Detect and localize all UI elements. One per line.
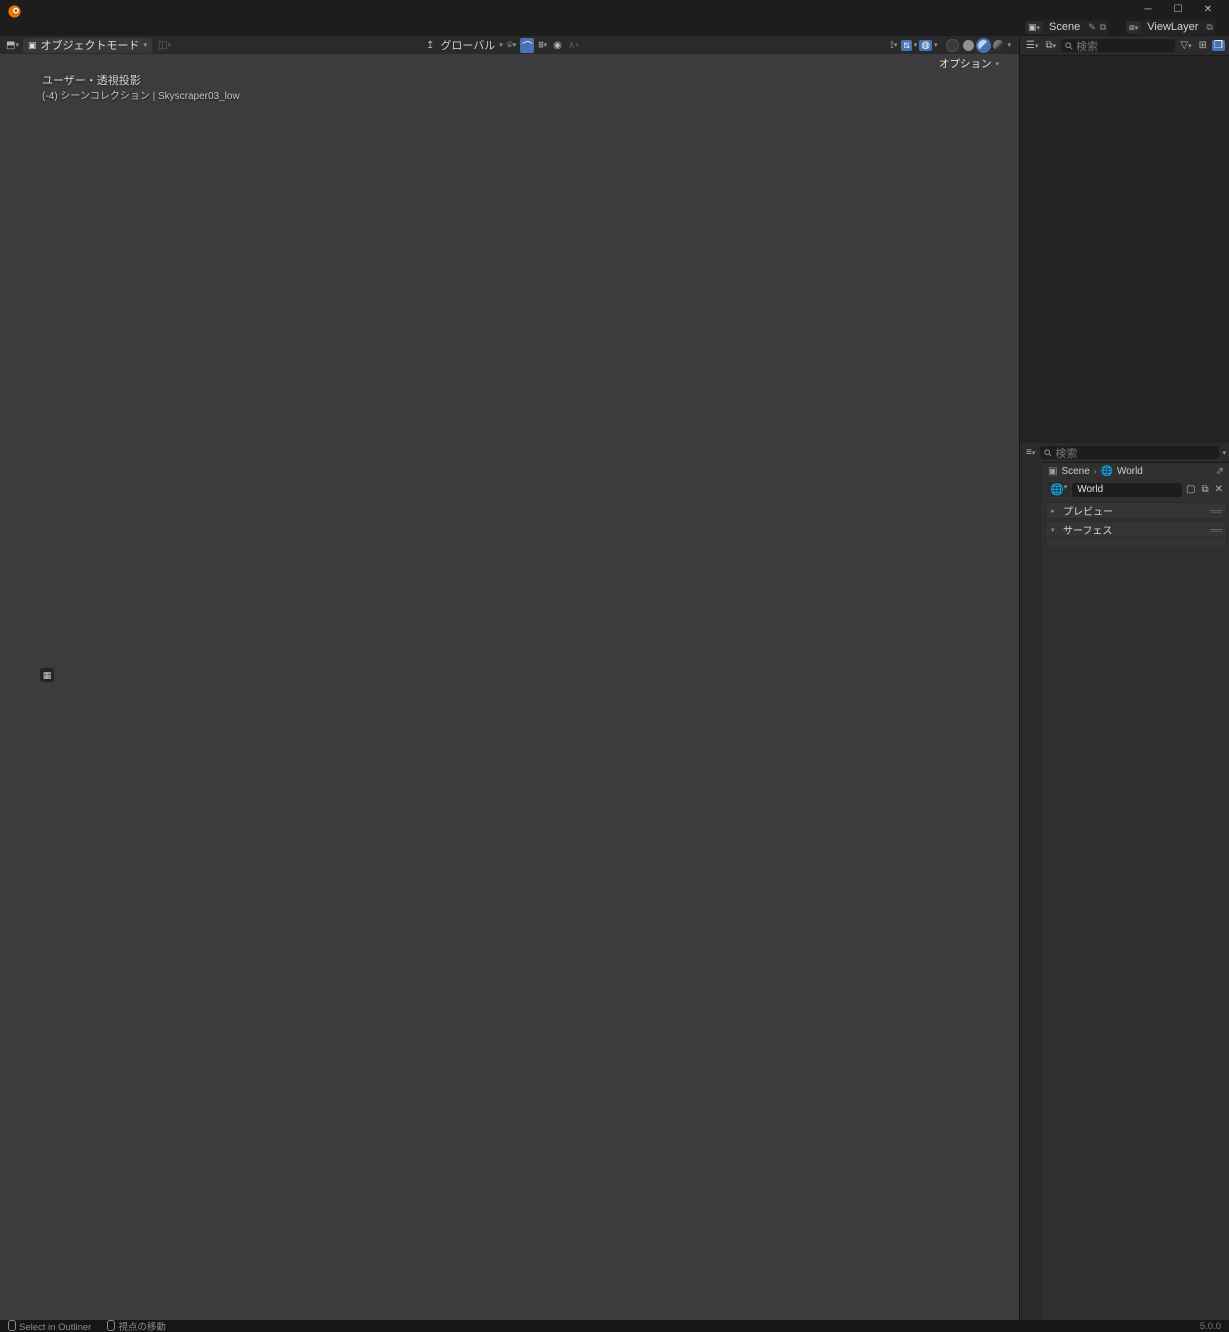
outliner-display-mode-icon[interactable]: ⧉▾ [1043, 40, 1058, 51]
right-column: ☰▾ ⧉▾ 検索 ▽▾ ⊞ ❒ ≡▾ 検索 ▾ [1019, 36, 1229, 1320]
properties-breadcrumb: ▣ Scene › 🌐 World ⇗ [1042, 462, 1229, 479]
mouse-middle-icon [107, 1320, 115, 1331]
shading-material-button[interactable] [978, 40, 989, 51]
new-collection-icon[interactable]: ⊞ [1197, 40, 1209, 51]
unlink-datablock-icon[interactable]: ✕ [1213, 484, 1225, 495]
transform-widget-icon[interactable]: ◫▾ [156, 40, 173, 51]
window-controls: ─ ☐ ✕ [1133, 0, 1223, 18]
breadcrumb-scene[interactable]: Scene [1061, 466, 1089, 477]
view-layer-copy-icon[interactable]: ⧉ [1204, 20, 1214, 35]
pivot-point-icon[interactable]: ⌾▾ [505, 40, 519, 51]
panel-surface[interactable]: ▾サーフェス══ [1045, 521, 1227, 538]
mode-label: オブジェクトモード [40, 37, 139, 53]
proportional-editing-icon[interactable]: ◉ [551, 40, 564, 51]
view-layer-icon: ⧈▾ [1126, 21, 1141, 34]
world-name-field[interactable]: World [1072, 483, 1182, 497]
tool-header-middle: ↥ グローバル ▾ ⌾▾ ⌒ ⩩▾ ◉ ∧▾ [424, 36, 581, 54]
view-perspective-label: ユーザー・透視投影 [42, 72, 141, 88]
shading-wireframe-button[interactable] [946, 39, 959, 52]
show-gizmo-icon[interactable]: ⟟▾ [888, 40, 899, 51]
fake-user-shield-icon[interactable]: ▢ [1184, 484, 1197, 495]
maximize-button[interactable]: ☐ [1163, 0, 1193, 18]
world-browse-icon[interactable]: 🌐▾ [1047, 482, 1070, 497]
search-icon [1044, 449, 1052, 457]
3d-viewport[interactable]: ユーザー・透視投影 (-4) シーンコレクション | Skyscraper03_… [0, 54, 1019, 1320]
scene-name[interactable]: Scene [1043, 20, 1086, 35]
mode-dropdown[interactable]: ▣ オブジェクトモード ▾ [23, 38, 152, 53]
blender-version: 5.0.0 [1200, 1321, 1221, 1332]
filter-icon[interactable]: ▽▾ [1178, 40, 1193, 51]
scene-icon: ▣▾ [1025, 21, 1043, 34]
status-hint-select: Select in Outliner [8, 1320, 91, 1332]
properties-editor: ≡▾ 検索 ▾ ▣ Scene › 🌐 World ⇗ 🌐▾ [1020, 443, 1229, 1320]
snap-magnet-icon[interactable]: ⌒ [520, 38, 534, 53]
properties-tab-column [1020, 462, 1042, 1320]
view-layer-selector[interactable]: ⧈▾ ViewLayer ⧉ [1126, 20, 1215, 35]
editor-type-icon[interactable]: ⬒▾ [4, 40, 21, 51]
status-hint-navigate: 視点の移動 [107, 1319, 166, 1332]
scene-copy-icon[interactable]: ⧉ [1098, 20, 1108, 35]
surface-panel-body [1045, 538, 1227, 549]
sidebar-tabs [997, 84, 1019, 1320]
sync-icon[interactable]: ❒ [1212, 40, 1225, 51]
xray-icon[interactable]: ◍ [919, 40, 932, 51]
duplicate-datablock-icon[interactable]: ⧉ [1199, 484, 1210, 495]
titlebar: ▣▾ Scene ✎ ⧉ ⧈▾ ViewLayer ⧉ ─ ☐ ✕ [0, 0, 1229, 36]
scene-selector[interactable]: ▣▾ Scene ✎ ⧉ [1025, 20, 1108, 35]
shading-rendered-button[interactable] [993, 40, 1004, 51]
shading-solid-button[interactable] [963, 40, 974, 51]
pin-icon[interactable]: ⇗ [1216, 466, 1224, 477]
tool-header-left: ⬒▾ ▣ オブジェクトモード ▾ ◫▾ [4, 36, 173, 54]
properties-editor-icon[interactable]: ≡▾ [1024, 447, 1037, 458]
world-crumb-icon: 🌐 [1100, 466, 1112, 477]
status-bar: Select in Outliner 視点の移動 5.0.0 [0, 1320, 1229, 1332]
close-button[interactable]: ✕ [1193, 0, 1223, 18]
scene-crumb-icon: ▣ [1048, 466, 1057, 477]
tool-header-right: ⟟▾ ⧅▾ ◍▾ ▾ [888, 36, 1011, 54]
minimize-button[interactable]: ─ [1133, 0, 1163, 18]
mouse-left-icon [8, 1320, 16, 1331]
outliner-header: ☰▾ ⧉▾ 検索 ▽▾ ⊞ ❒ [1020, 36, 1229, 56]
outliner-search-input[interactable]: 検索 [1061, 39, 1175, 52]
reference-empty-icon[interactable]: ▦ [40, 668, 54, 682]
viewport-render [0, 54, 1019, 1320]
blender-window: { "topbar": { "menus": ["ファイル", "編集", "レ… [0, 0, 1229, 1332]
orientation-dropdown[interactable]: グローバル [438, 37, 497, 53]
outliner-tree [1020, 56, 1229, 442]
properties-content: ▣ Scene › 🌐 World ⇗ 🌐▾ World ▢ ⧉ ✕ ▸プレビュ… [1042, 462, 1229, 1320]
active-object-label: (-4) シーンコレクション | Skyscraper03_low [42, 87, 240, 102]
outliner-editor-icon[interactable]: ☰▾ [1024, 40, 1040, 51]
breadcrumb-world[interactable]: World [1117, 466, 1143, 477]
world-datablock-row: 🌐▾ World ▢ ⧉ ✕ [1042, 479, 1229, 500]
blender-logo-icon [7, 4, 22, 19]
overlays-icon[interactable]: ⧅ [901, 40, 911, 51]
properties-search-input[interactable]: 検索 [1040, 446, 1219, 459]
search-icon [1065, 42, 1073, 50]
tool-header: ⬒▾ ▣ オブジェクトモード ▾ ◫▾ ↥ グローバル ▾ ⌾▾ ⌒ ⩩▾ ◉ … [0, 36, 1019, 55]
navigation-gizmo[interactable] [929, 66, 999, 142]
panel-preview[interactable]: ▸プレビュー══ [1045, 502, 1227, 519]
falloff-icon[interactable]: ∧▾ [566, 40, 581, 51]
scene-pin-icon[interactable]: ✎ [1086, 20, 1098, 35]
mode-icon: ▣ [28, 40, 37, 51]
orientation-icon: ↥ [424, 40, 436, 51]
view-layer-name[interactable]: ViewLayer [1141, 20, 1204, 35]
properties-header: ≡▾ 検索 ▾ [1020, 443, 1229, 463]
snap-target-icon[interactable]: ⩩▾ [536, 40, 549, 51]
